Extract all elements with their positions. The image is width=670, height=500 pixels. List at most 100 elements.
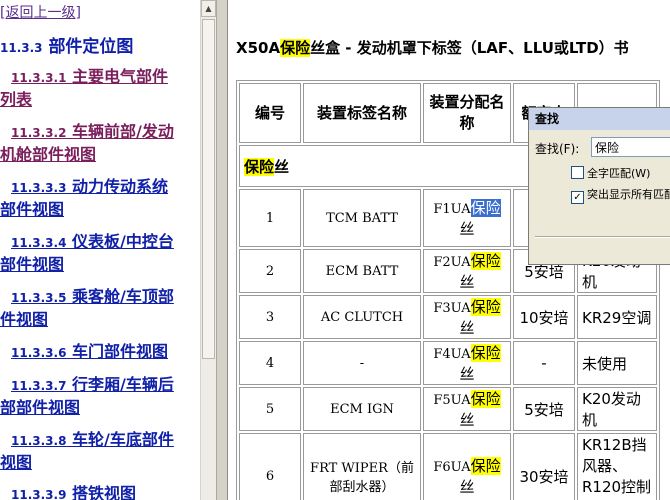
- nav-item[interactable]: 11.3.3.9 搭铁视图: [0, 483, 136, 500]
- navigation-pane: [返回上一级] 11.3.3 部件定位图 11.3.3.1 主要电气部件 列表 11…: [0, 0, 200, 500]
- cell-label: -: [303, 341, 421, 385]
- scroll-up-icon[interactable]: ▲: [201, 0, 216, 17]
- cell-number: 2: [239, 249, 301, 293]
- nav-item[interactable]: 11.3.3.4 仪表板/中控台 部件视图: [0, 231, 174, 276]
- nav-item-label: 动力传动系统: [72, 177, 169, 196]
- nav-item[interactable]: 11.3.3.1 主要电气部件列表: [0, 66, 168, 111]
- alloc-highlight: 保险: [470, 390, 501, 408]
- alloc-prefix: F6UA: [433, 460, 471, 475]
- nav-item-number: 11.3.3.2: [11, 126, 67, 140]
- nav-item[interactable]: 11.3.3.5 乘客舱/车顶部 件视图: [0, 286, 174, 331]
- nav-item-label: 仪表板/中控台: [72, 232, 174, 251]
- nav-item-number: 11.3.3.9: [11, 488, 67, 500]
- cell-label: AC CLUTCH: [303, 295, 421, 339]
- cell-rating: -: [513, 341, 575, 385]
- nav-item-label: 车辆前部/发动: [72, 122, 174, 141]
- nav-item-number: 11.3.3.4: [11, 236, 67, 250]
- nav-item-label: 车门部件视图: [72, 342, 169, 361]
- table-row: 3 AC CLUTCH F3UA保险丝 10安培 KR29空调: [239, 295, 657, 339]
- alloc-suffix: 丝: [459, 478, 475, 496]
- nav-item-line2: 视图: [0, 453, 33, 472]
- pane-splitter[interactable]: [216, 0, 228, 500]
- scroll-thumb[interactable]: [202, 19, 215, 359]
- nav-item-number: 11.3.3.6: [11, 346, 67, 360]
- cell-alloc: F2UA保险丝: [423, 249, 511, 293]
- find-dialog-title[interactable]: 查找: [529, 108, 670, 130]
- table-row: 4- F4UA保险丝 - 未使用: [239, 341, 657, 385]
- alloc-prefix: F1UA: [433, 202, 471, 217]
- cell-alloc: F1UA保险丝: [423, 189, 511, 247]
- cell-number: 4: [239, 341, 301, 385]
- nav-item-number: 11.3.3.1: [11, 71, 67, 85]
- nav-item[interactable]: 11.3.3.8 车轮/车底部件 视图: [0, 429, 174, 474]
- alloc-suffix: 丝: [459, 365, 475, 383]
- title-suffix: 丝盒 - 发动机罩下标签（LAF、LLU或LTD）书: [310, 39, 629, 57]
- nav-item-line1: 11.3.3.2 车辆前部/发动: [0, 121, 174, 144]
- checkmark-icon: ✓: [571, 191, 584, 204]
- nav-item-line1: 11.3.3.8 车轮/车底部件: [0, 429, 174, 452]
- highlight-all-checkbox[interactable]: ✓ 突出显示所有匹配: [571, 186, 670, 204]
- whole-word-label: 全字匹配(W): [587, 167, 651, 180]
- alloc-suffix: 丝: [459, 411, 475, 429]
- col-header-label: 装置标签名称: [303, 83, 421, 143]
- nav-item-label: 主要电气部件: [72, 67, 169, 86]
- alloc-prefix: F2UA: [433, 255, 471, 270]
- back-link[interactable]: [返回上一级]: [0, 2, 81, 22]
- alloc-highlight: 保险: [470, 344, 501, 362]
- alloc-suffix: 丝: [459, 319, 475, 337]
- section-label: 部件定位图: [48, 37, 134, 57]
- nav-item-line2: 部件视图: [0, 255, 65, 274]
- cell-number: 1: [239, 189, 301, 247]
- find-input[interactable]: 保险: [591, 137, 670, 157]
- whole-word-checkbox[interactable]: 全字匹配(W): [571, 165, 650, 181]
- nav-item-number: 11.3.3.8: [11, 434, 67, 448]
- cell-rating: 30安培: [513, 433, 575, 500]
- cell-number: 5: [239, 387, 301, 431]
- nav-item-line1: 11.3.3.5 乘客舱/车顶部: [0, 286, 174, 309]
- cell-description: 未使用: [577, 341, 657, 385]
- find-dialog: 查找 查找(F): 保险 全字匹配(W) ✓ 突出显示所有匹配: [528, 107, 670, 265]
- nav-item-number: 11.3.3.3: [11, 181, 67, 195]
- dialog-divider: [535, 236, 670, 238]
- cell-label: FRT WIPER（前部刮水器）: [303, 433, 421, 500]
- group-highlight: 保险: [244, 157, 275, 176]
- highlight-all-label: 突出显示所有匹配: [587, 188, 670, 201]
- cell-description: KR29空调: [577, 295, 657, 339]
- section-number: 11.3.3: [0, 41, 43, 55]
- cell-label: ECM IGN: [303, 387, 421, 431]
- alloc-suffix: 丝: [459, 220, 475, 238]
- cell-alloc: F6UA保险丝: [423, 433, 511, 500]
- title-highlight: 保险: [280, 39, 311, 57]
- alloc-highlight: 保险: [470, 252, 501, 270]
- nav-item-line2: 部部件视图: [0, 398, 81, 417]
- nav-item-number: 11.3.3.7: [11, 379, 67, 393]
- nav-item-line1: 11.3.3.4 仪表板/中控台: [0, 231, 174, 254]
- section-heading[interactable]: 11.3.3 部件定位图: [0, 32, 133, 57]
- table-row: 6 FRT WIPER（前部刮水器） F6UA保险丝 30安培 KR12B挡风器、R12…: [239, 433, 657, 500]
- nav-scrollbar[interactable]: ▲: [200, 0, 216, 500]
- alloc-highlight: 保险: [470, 199, 501, 217]
- nav-item[interactable]: 11.3.3.2 车辆前部/发动 机舱部件视图: [0, 121, 174, 166]
- nav-item[interactable]: 11.3.3.7 行李厢/车辆后 部部件视图: [0, 374, 174, 419]
- title-prefix: X50A: [236, 39, 281, 57]
- cell-description: K20发动机: [577, 387, 657, 431]
- nav-item[interactable]: 11.3.3.6 车门部件视图: [0, 341, 168, 364]
- nav-item-line2: 列表: [0, 90, 33, 109]
- cell-description: KR12B挡风器、R120控制继电: [577, 433, 657, 500]
- col-header-alloc: 装置分配名称: [423, 83, 511, 143]
- checkbox-unchecked-icon: [571, 166, 584, 179]
- alloc-prefix: F3UA: [433, 301, 471, 316]
- alloc-suffix: 丝: [459, 273, 475, 291]
- find-label: 查找(F):: [535, 142, 580, 156]
- nav-item[interactable]: 11.3.3.3 动力传动系统 部件视图: [0, 176, 168, 221]
- nav-item-label: 乘客舱/车顶部: [72, 287, 174, 306]
- cell-alloc: F4UA保险丝: [423, 341, 511, 385]
- cell-label: ECM BATT: [303, 249, 421, 293]
- table-row: 5 ECM IGN F5UA保险丝 5安培 K20发动机: [239, 387, 657, 431]
- nav-item-line2: 部件视图: [0, 200, 65, 219]
- alloc-prefix: F5UA: [433, 393, 471, 408]
- nav-item-label: 车轮/车底部件: [72, 430, 174, 449]
- cell-alloc: F5UA保险丝: [423, 387, 511, 431]
- nav-item-line2: 机舱部件视图: [0, 145, 97, 164]
- cell-number: 3: [239, 295, 301, 339]
